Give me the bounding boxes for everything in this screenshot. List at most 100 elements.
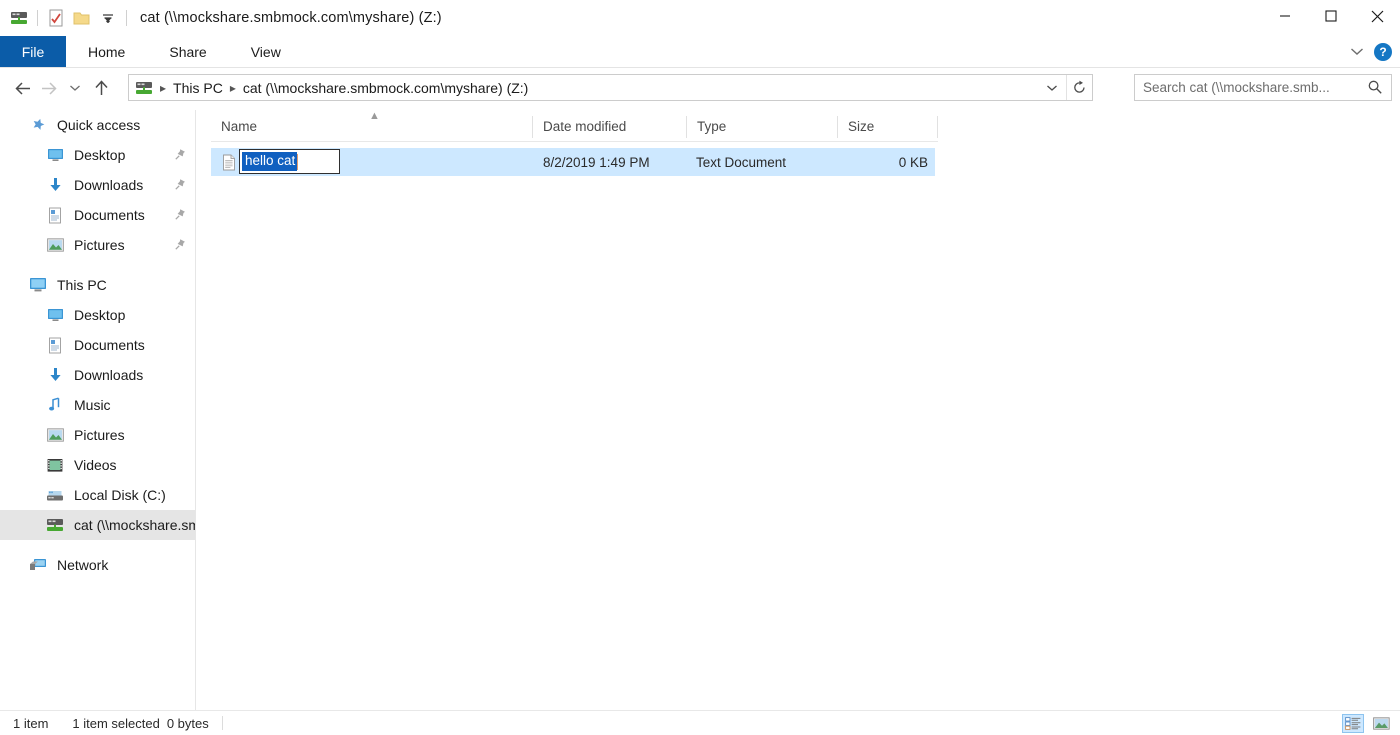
sidebar-item-cat-network-drive[interactable]: cat (\\mockshare.sm bbox=[0, 510, 195, 540]
breadcrumb-item-cat-share[interactable]: cat (\\mockshare.smbmock.com\myshare) (Z… bbox=[243, 80, 529, 96]
pictures-icon bbox=[45, 235, 65, 255]
status-separator bbox=[221, 716, 223, 730]
qat-separator-2 bbox=[126, 10, 127, 26]
ribbon-right-controls: ? bbox=[1350, 36, 1392, 67]
tab-file[interactable]: File bbox=[0, 36, 66, 67]
downloads-icon bbox=[45, 365, 65, 385]
file-list-header: Name Date modified Type Size bbox=[211, 112, 938, 140]
downloads-icon bbox=[45, 175, 65, 195]
search-placeholder: Search cat (\\mockshare.smb... bbox=[1143, 80, 1330, 95]
forward-button[interactable] bbox=[36, 74, 62, 102]
quick-access-toolbar bbox=[0, 0, 132, 36]
pictures-icon bbox=[45, 425, 65, 445]
breadcrumb-drive-icon[interactable] bbox=[135, 80, 153, 96]
pin-icon[interactable] bbox=[174, 178, 187, 194]
rename-input-value: hello cat bbox=[242, 152, 298, 171]
window-controls bbox=[1262, 0, 1400, 32]
column-divider-size[interactable] bbox=[937, 116, 938, 138]
file-explorer-window: cat (\\mockshare.smbmock.com\myshare) (Z… bbox=[0, 0, 1400, 735]
breadcrumb-item-this-pc[interactable]: This PC bbox=[173, 80, 223, 96]
documents-icon bbox=[45, 205, 65, 225]
sidebar-item-documents-qa[interactable]: Documents bbox=[0, 200, 195, 230]
sidebar-gap-1 bbox=[0, 260, 195, 270]
back-button[interactable] bbox=[10, 74, 36, 102]
large-icons-view-button[interactable] bbox=[1370, 714, 1392, 733]
help-icon[interactable]: ? bbox=[1374, 42, 1392, 61]
sidebar-group-label: Network bbox=[57, 557, 109, 573]
music-icon bbox=[45, 395, 65, 415]
sidebar-item-local-disk-c[interactable]: Local Disk (C:) bbox=[0, 480, 195, 510]
navigation-pane[interactable]: Quick access Desktop Downloads Documents… bbox=[0, 110, 195, 710]
column-header-date-modified[interactable]: Date modified bbox=[533, 112, 687, 140]
sidebar-item-downloads-qa[interactable]: Downloads bbox=[0, 170, 195, 200]
network-drive-icon[interactable] bbox=[6, 5, 32, 31]
cell-date-modified: 8/2/2019 1:49 PM bbox=[543, 154, 650, 170]
desktop-icon bbox=[45, 305, 65, 325]
status-selection-size: 0 bytes bbox=[166, 715, 209, 731]
tab-view[interactable]: View bbox=[229, 36, 303, 67]
sidebar-item-downloads[interactable]: Downloads bbox=[0, 360, 195, 390]
sidebar-item-pictures[interactable]: Pictures bbox=[0, 420, 195, 450]
minimize-button[interactable] bbox=[1262, 0, 1308, 32]
sidebar-item-label: Downloads bbox=[74, 367, 144, 383]
text-document-icon bbox=[220, 154, 238, 171]
sidebar-item-label: Downloads bbox=[74, 177, 144, 193]
column-header-name[interactable]: Name bbox=[211, 112, 533, 140]
sidebar-group-quick-access[interactable]: Quick access bbox=[0, 110, 195, 140]
sidebar-group-label: Quick access bbox=[57, 117, 141, 133]
column-header-type[interactable]: Type bbox=[687, 112, 838, 140]
maximize-button[interactable] bbox=[1308, 0, 1354, 32]
recent-locations-chevron-icon[interactable] bbox=[62, 74, 88, 102]
desktop-icon bbox=[45, 145, 65, 165]
sidebar-group-this-pc[interactable]: This PC bbox=[0, 270, 195, 300]
details-view-button[interactable] bbox=[1342, 714, 1364, 733]
star-pin-icon bbox=[28, 115, 48, 135]
network-icon bbox=[28, 555, 48, 575]
close-button[interactable] bbox=[1354, 0, 1400, 32]
address-input[interactable]: ▸ This PC ▸ cat (\\mockshare.smbmock.com… bbox=[128, 74, 1093, 101]
sidebar-item-pictures-qa[interactable]: Pictures bbox=[0, 230, 195, 260]
sidebar-group-network[interactable]: Network bbox=[0, 550, 195, 580]
pin-icon[interactable] bbox=[174, 238, 187, 254]
rename-input[interactable]: hello cat bbox=[239, 149, 340, 174]
search-icon[interactable] bbox=[1367, 79, 1383, 100]
properties-icon[interactable] bbox=[43, 5, 69, 31]
tab-home[interactable]: Home bbox=[66, 36, 147, 67]
refresh-icon[interactable] bbox=[1066, 75, 1092, 100]
status-item-count: 1 item bbox=[13, 715, 49, 731]
documents-icon bbox=[45, 335, 65, 355]
search-input[interactable]: Search cat (\\mockshare.smb... bbox=[1134, 74, 1392, 101]
cell-type: Text Document bbox=[696, 154, 787, 170]
sidebar-item-label: cat (\\mockshare.sm bbox=[74, 517, 195, 533]
ribbon-collapse-chevron-icon[interactable] bbox=[1350, 43, 1364, 61]
network-drive-icon bbox=[45, 515, 65, 535]
customize-qat-chevron-icon[interactable] bbox=[95, 5, 121, 31]
new-folder-icon[interactable] bbox=[69, 5, 95, 31]
breadcrumb-separator-2[interactable]: ▸ bbox=[230, 81, 236, 95]
tab-share[interactable]: Share bbox=[147, 36, 228, 67]
sidebar-item-label: Documents bbox=[74, 337, 145, 353]
sidebar-item-desktop[interactable]: Desktop bbox=[0, 300, 195, 330]
sidebar-gap-2 bbox=[0, 540, 195, 550]
sidebar-item-music[interactable]: Music bbox=[0, 390, 195, 420]
address-dropdown-chevron-icon[interactable] bbox=[1040, 75, 1064, 100]
status-selection-count: 1 item selected bbox=[72, 715, 160, 731]
pin-icon[interactable] bbox=[174, 208, 187, 224]
sidebar-item-label: Documents bbox=[74, 207, 145, 223]
sidebar-item-label: Pictures bbox=[74, 427, 125, 443]
sidebar-item-label: Music bbox=[74, 397, 111, 413]
sidebar-item-documents[interactable]: Documents bbox=[0, 330, 195, 360]
sidebar-item-label: Pictures bbox=[74, 237, 125, 253]
breadcrumb-separator-1[interactable]: ▸ bbox=[160, 81, 166, 95]
column-header-size[interactable]: Size bbox=[838, 112, 938, 140]
sidebar-item-videos[interactable]: Videos bbox=[0, 450, 195, 480]
sidebar-item-desktop-qa[interactable]: Desktop bbox=[0, 140, 195, 170]
up-button[interactable] bbox=[88, 74, 114, 102]
pin-icon[interactable] bbox=[174, 148, 187, 164]
sidebar-item-label: Desktop bbox=[74, 147, 126, 163]
table-row[interactable]: hello cat 8/2/2019 1:49 PM Text Document… bbox=[211, 148, 935, 176]
this-pc-icon bbox=[28, 275, 48, 295]
qat-separator-1 bbox=[37, 10, 38, 26]
title-bar: cat (\\mockshare.smbmock.com\myshare) (Z… bbox=[0, 0, 1400, 36]
nav-pane-divider bbox=[195, 110, 196, 710]
